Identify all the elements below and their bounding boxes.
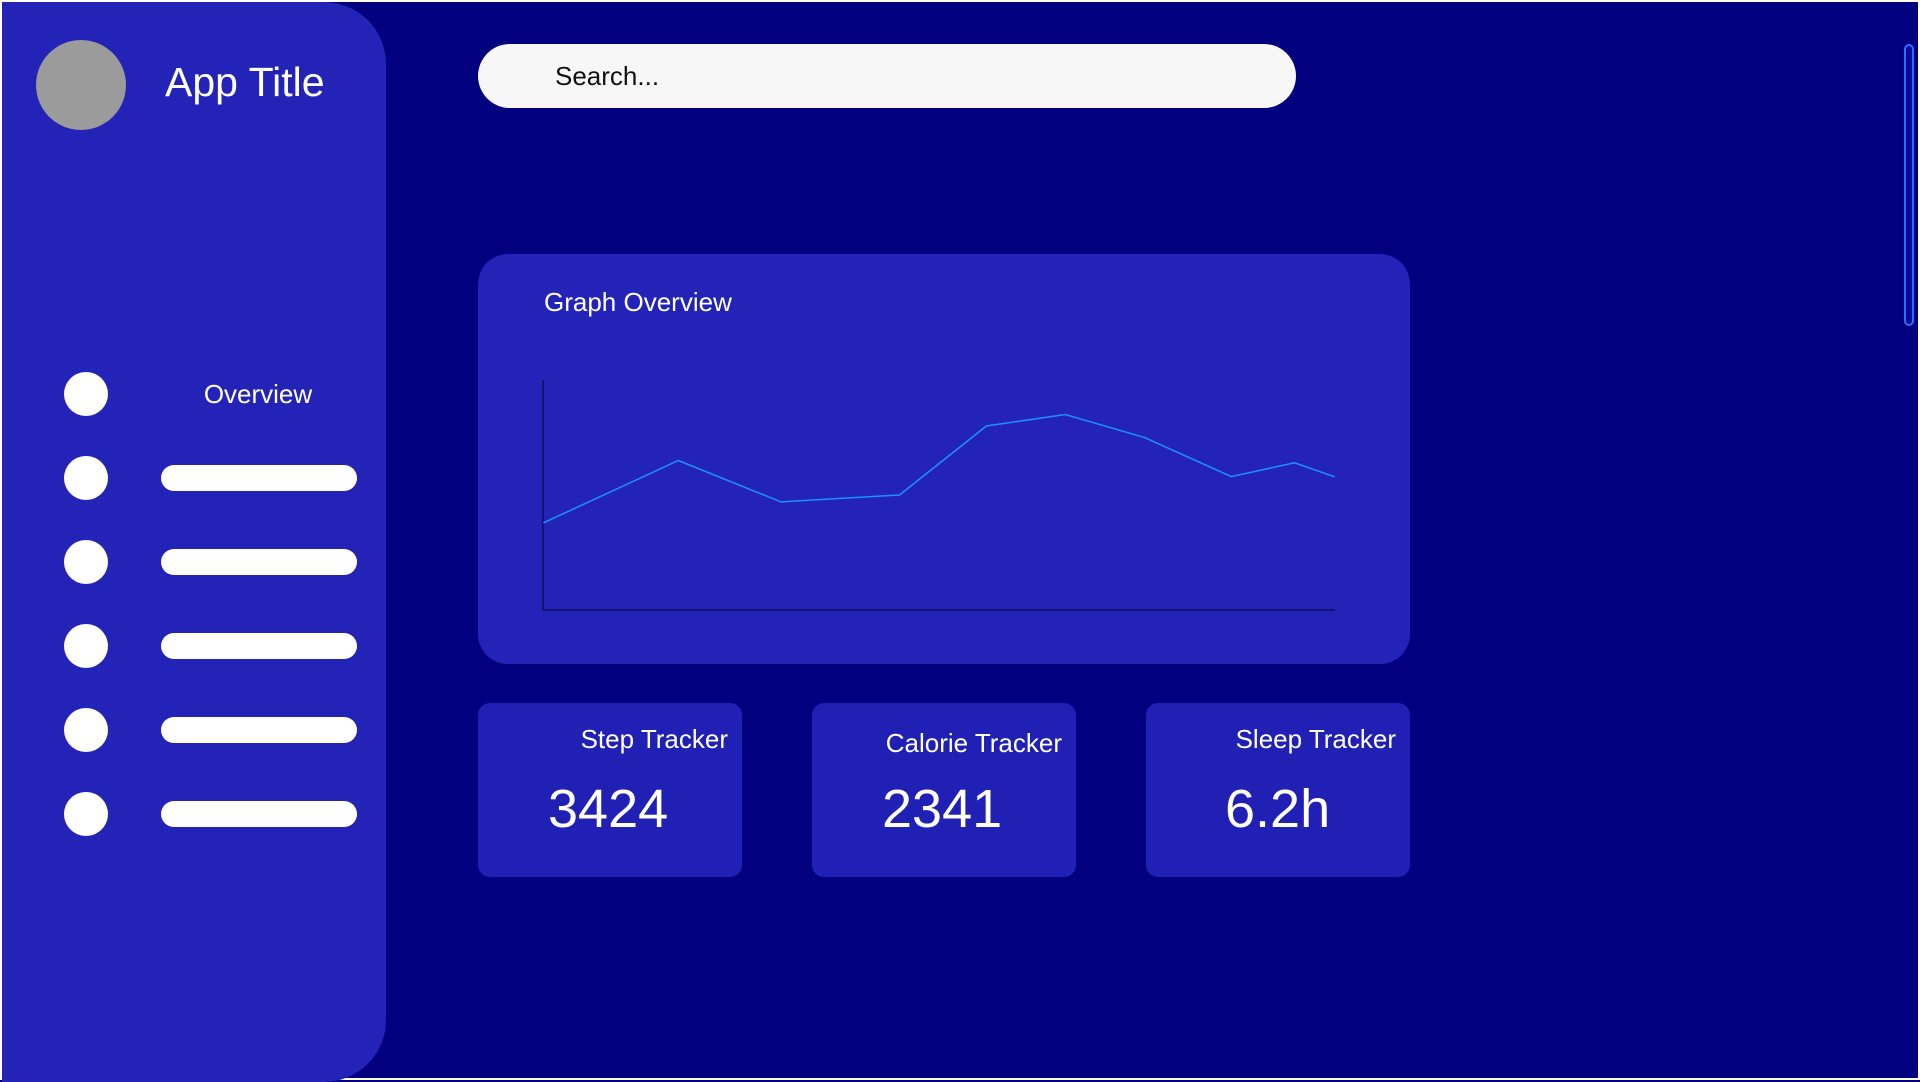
nav-dot-icon: [64, 540, 108, 584]
data-point: [1333, 475, 1335, 478]
tracker-label: Step Tracker: [580, 724, 728, 754]
search-input[interactable]: Search...: [478, 44, 1296, 108]
sidebar: App Title Overview: [2, 2, 386, 1082]
avatar[interactable]: [36, 40, 126, 130]
sidebar-item-placeholder-bar: [161, 633, 357, 659]
sidebar-item-placeholder-bar: [161, 717, 357, 743]
line-chart: [542, 380, 1335, 611]
tracker-label: Sleep Tracker: [1235, 724, 1396, 754]
data-point: [985, 425, 988, 427]
sidebar-item-5[interactable]: [2, 700, 386, 760]
sidebar-item-placeholder-bar: [161, 549, 357, 575]
series-group: [543, 413, 1335, 524]
graph-overview-card: Graph Overview: [478, 254, 1410, 664]
tracker-value: 3424: [548, 779, 669, 839]
step-tracker-card[interactable]: Step Tracker 3424: [478, 703, 742, 877]
sidebar-item-4[interactable]: [2, 616, 386, 676]
calorie-tracker-card[interactable]: Calorie Tracker 2341: [812, 703, 1076, 877]
tracker-label: Calorie Tracker: [885, 728, 1062, 758]
sidebar-item-2[interactable]: [2, 448, 386, 508]
sidebar-item-6[interactable]: [2, 784, 386, 844]
sidebar-item-placeholder-bar: [161, 465, 357, 491]
data-point: [677, 459, 680, 462]
data-point: [780, 501, 782, 503]
scrollbar-thumb[interactable]: [1904, 44, 1914, 326]
sidebar-item-placeholder-bar: [161, 801, 357, 827]
nav-dot-icon: [64, 456, 108, 500]
nav-dot-icon: [64, 708, 108, 752]
data-point: [1143, 436, 1146, 439]
nav-dot-icon: [64, 792, 108, 836]
sleep-tracker-card[interactable]: Sleep Tracker 6.2h: [1146, 703, 1410, 877]
app-window: App Title Overview Search... Graph Overv…: [0, 0, 1920, 1082]
data-point: [1230, 475, 1233, 478]
nav-dot-icon: [64, 372, 108, 416]
data-point: [543, 521, 545, 524]
series-line-0: [543, 413, 1335, 524]
sidebar-item-label: Overview: [203, 379, 313, 409]
data-point: [898, 494, 901, 496]
tracker-value: 2341: [882, 779, 1003, 839]
app-title: App Title: [165, 59, 325, 105]
sidebar-item-overview[interactable]: Overview: [2, 364, 386, 424]
tracker-value: 6.2h: [1225, 779, 1331, 839]
data-point: [1064, 413, 1067, 416]
data-point: [1293, 462, 1296, 464]
sidebar-item-3[interactable]: [2, 532, 386, 592]
nav-dot-icon: [64, 624, 108, 668]
